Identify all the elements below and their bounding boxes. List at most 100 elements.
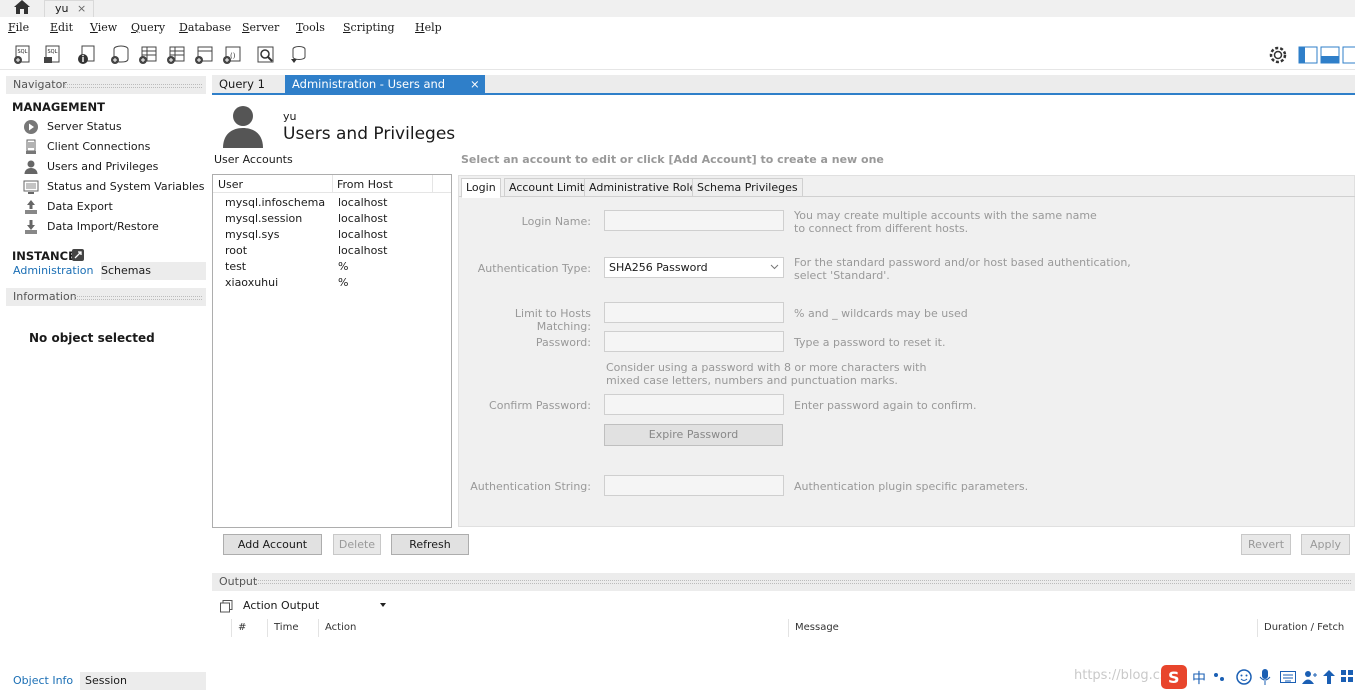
menu-edit[interactable]: Edit: [50, 21, 73, 34]
password-field[interactable]: [604, 331, 784, 352]
nav-label: Data Import/Restore: [47, 220, 159, 233]
column-action[interactable]: Action: [325, 622, 356, 633]
open-sql-script-icon[interactable]: SQL: [42, 45, 62, 65]
tab-object-info[interactable]: Object Info: [6, 672, 81, 690]
user-accounts-label: User Accounts: [214, 153, 293, 166]
copy-icon[interactable]: [220, 600, 233, 613]
column-divider[interactable]: [432, 175, 433, 193]
revert-button[interactable]: Revert: [1241, 534, 1291, 555]
toggle-secondary-sidebar-icon[interactable]: [1342, 45, 1355, 65]
tab-account-limits[interactable]: Account Limits: [504, 178, 595, 197]
expire-password-button[interactable]: Expire Password: [604, 424, 783, 446]
create-function-icon[interactable]: (): [222, 45, 242, 65]
column-divider[interactable]: [788, 619, 789, 637]
sogou-ime-icon[interactable]: S: [1160, 664, 1188, 690]
menu-database[interactable]: Database: [179, 21, 231, 34]
delete-button[interactable]: Delete: [333, 534, 381, 555]
note-line: For the standard password and/or host ba…: [794, 256, 1131, 269]
connection-tab[interactable]: yu ×: [44, 0, 94, 17]
toggle-output-panel-icon[interactable]: [1320, 45, 1340, 65]
tab-schema-privileges[interactable]: Schema Privileges: [692, 178, 803, 197]
close-icon[interactable]: ×: [77, 1, 86, 16]
tab-login[interactable]: Login: [461, 178, 501, 198]
column-number[interactable]: #: [238, 622, 246, 633]
create-procedure-icon[interactable]: [194, 45, 214, 65]
create-table-icon[interactable]: [138, 45, 158, 65]
preferences-gear-icon[interactable]: [1268, 45, 1288, 65]
search-table-data-icon[interactable]: [256, 45, 276, 65]
tab-administrative-roles[interactable]: Administrative Roles: [584, 178, 707, 197]
inspector-icon[interactable]: [76, 45, 96, 65]
output-type-select[interactable]: Action Output: [239, 597, 389, 615]
menu-tools[interactable]: Tools: [296, 21, 325, 34]
table-row[interactable]: xiaoxuhui%: [213, 275, 451, 291]
menu-file[interactable]: File: [8, 21, 29, 34]
column-user[interactable]: User: [218, 178, 243, 191]
tab-administration[interactable]: Administration: [6, 262, 101, 280]
create-schema-icon[interactable]: [110, 45, 130, 65]
table-row[interactable]: test%: [213, 259, 451, 275]
upload-icon[interactable]: [1322, 669, 1336, 685]
information-title: Information: [13, 290, 77, 303]
password-label: Password:: [535, 336, 591, 349]
nav-label: Data Export: [47, 200, 113, 213]
host-cell: %: [338, 260, 349, 273]
column-message[interactable]: Message: [795, 622, 839, 633]
output-header: Output: [212, 573, 1355, 591]
server-status-icon: [24, 120, 38, 134]
menu-help[interactable]: Help: [415, 21, 442, 34]
auth-type-value: SHA256 Password: [609, 261, 708, 274]
punctuation-icon[interactable]: [1212, 670, 1226, 684]
ime-menu-icon[interactable]: [1340, 669, 1354, 685]
apply-button[interactable]: Apply: [1301, 534, 1350, 555]
menu-scripting[interactable]: Scripting: [343, 21, 395, 34]
tab-session[interactable]: Session: [78, 672, 134, 690]
nav-label: Users and Privileges: [47, 160, 159, 173]
confirm-password-field[interactable]: [604, 394, 784, 415]
watermark-text: https://blog.cs: [1074, 668, 1167, 683]
column-divider[interactable]: [332, 175, 333, 193]
navigator-title: Navigator: [13, 78, 67, 91]
login-name-field[interactable]: [604, 210, 784, 231]
home-icon[interactable]: [12, 0, 32, 15]
connection-tab-label: yu: [55, 2, 69, 15]
column-duration[interactable]: Duration / Fetch: [1264, 622, 1344, 633]
new-sql-tab-icon[interactable]: SQL: [12, 45, 32, 65]
column-divider[interactable]: [1257, 619, 1258, 637]
create-view-icon[interactable]: [166, 45, 186, 65]
microphone-icon[interactable]: [1258, 669, 1272, 685]
column-from-host[interactable]: From Host: [337, 178, 393, 191]
instance-icon: [72, 249, 84, 261]
column-divider[interactable]: [267, 619, 268, 637]
menu-server[interactable]: Server: [242, 21, 279, 34]
table-row[interactable]: root localhost: [213, 243, 451, 259]
column-divider[interactable]: [318, 619, 319, 637]
tab-query-1[interactable]: Query 1: [212, 75, 284, 93]
column-divider[interactable]: [231, 619, 232, 637]
skin-icon[interactable]: [1302, 669, 1318, 685]
emoji-icon[interactable]: [1236, 669, 1252, 685]
reconnect-icon[interactable]: [288, 45, 308, 65]
tab-schemas[interactable]: Schemas: [94, 262, 158, 280]
keyboard-icon[interactable]: [1280, 670, 1296, 684]
table-row[interactable]: mysql.infoschema localhost: [213, 195, 451, 211]
close-icon[interactable]: ×: [470, 75, 480, 93]
add-account-button[interactable]: Add Account: [223, 534, 322, 555]
auth-type-select[interactable]: SHA256 Password: [604, 257, 784, 278]
password-advice: Consider using a password with 8 or more…: [606, 361, 926, 387]
user-icon: [24, 160, 38, 174]
refresh-button[interactable]: Refresh: [391, 534, 469, 555]
menu-view[interactable]: View: [90, 21, 117, 34]
table-row[interactable]: mysql.session localhost: [213, 211, 451, 227]
confirm-password-label: Confirm Password:: [489, 399, 591, 412]
login-name-label: Login Name:: [521, 215, 591, 228]
hosts-field[interactable]: [604, 302, 784, 323]
menu-query[interactable]: Query: [131, 21, 165, 34]
ime-chinese-mode[interactable]: 中: [1192, 668, 1206, 688]
tab-users-privileges[interactable]: Administration - Users and Privil... ×: [285, 75, 485, 109]
nav-label: Server Status: [47, 120, 122, 133]
auth-string-field[interactable]: [604, 475, 784, 496]
table-row[interactable]: mysql.sys localhost: [213, 227, 451, 243]
column-time[interactable]: Time: [274, 622, 298, 633]
toggle-sidebar-icon[interactable]: [1298, 45, 1318, 65]
